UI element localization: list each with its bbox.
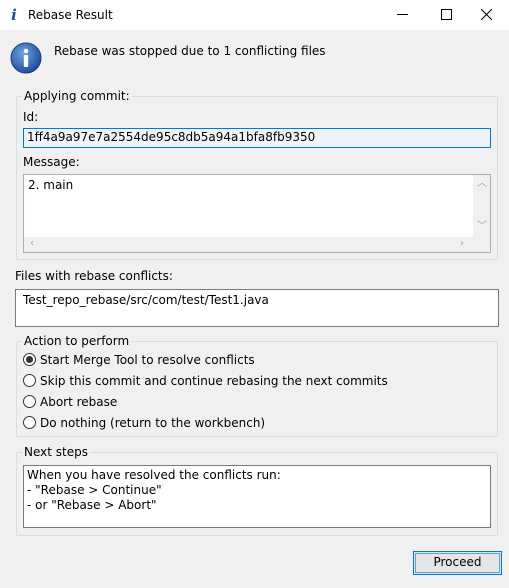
radio-button[interactable]	[23, 374, 36, 387]
commit-id-field[interactable]: 1ff4a9a97e7a2554de95c8db5a94a1bfa8fb9350	[23, 128, 491, 148]
radio-label: Start Merge Tool to resolve conflicts	[40, 353, 255, 367]
commit-message-value: 2. main	[28, 178, 74, 192]
commit-message-area[interactable]: 2. main ︿ ﹀ ‹ ›	[23, 174, 491, 253]
scroll-down-icon[interactable]: ﹀	[477, 222, 487, 232]
next-steps-legend: Next steps	[22, 445, 90, 459]
message-vertical-scrollbar[interactable]: ︿ ﹀	[473, 175, 490, 237]
window-title: Rebase Result	[28, 8, 113, 22]
proceed-button[interactable]: Proceed	[413, 551, 502, 575]
proceed-button-label: Proceed	[433, 555, 482, 569]
scroll-up-icon[interactable]: ︿	[477, 179, 487, 189]
minimize-button[interactable]	[380, 0, 425, 30]
message-label: Message:	[23, 155, 80, 169]
message-horizontal-scrollbar[interactable]: ‹ ›	[24, 237, 474, 252]
radio-label: Do nothing (return to the workbench)	[40, 416, 266, 430]
info-title-icon: i	[11, 6, 17, 24]
conflict-file-path: Test_repo_rebase/src/com/test/Test1.java	[23, 293, 269, 307]
close-button[interactable]	[464, 0, 509, 30]
commit-id-value: 1ff4a9a97e7a2554de95c8db5a94a1bfa8fb9350	[27, 130, 316, 144]
scroll-left-icon[interactable]: ‹	[30, 239, 34, 249]
close-icon	[481, 9, 492, 20]
scroll-right-icon[interactable]: ›	[460, 239, 464, 249]
radio-button[interactable]	[23, 416, 36, 429]
radio-button-checked[interactable]	[23, 353, 36, 366]
radio-label: Skip this commit and continue rebasing t…	[40, 374, 388, 388]
next-steps-text: When you have resolved the conflicts run…	[27, 468, 281, 512]
id-label: Id:	[23, 110, 39, 124]
action-legend: Action to perform	[22, 334, 132, 348]
conflict-files-area[interactable]: Test_repo_rebase/src/com/test/Test1.java	[15, 289, 499, 327]
maximize-icon	[441, 9, 452, 20]
maximize-button[interactable]	[424, 0, 469, 30]
conflicts-label: Files with rebase conflicts:	[15, 269, 173, 283]
applying-commit-legend: Applying commit:	[22, 89, 132, 103]
info-icon	[10, 42, 42, 74]
title-bar: i Rebase Result	[0, 0, 509, 30]
radio-label: Abort rebase	[40, 395, 118, 409]
minimize-icon	[397, 14, 408, 15]
scrollbar-corner	[473, 237, 490, 252]
rebase-status-message: Rebase was stopped due to 1 conflicting …	[54, 44, 326, 58]
radio-button[interactable]	[23, 395, 36, 408]
next-steps-area[interactable]: When you have resolved the conflicts run…	[23, 465, 491, 528]
